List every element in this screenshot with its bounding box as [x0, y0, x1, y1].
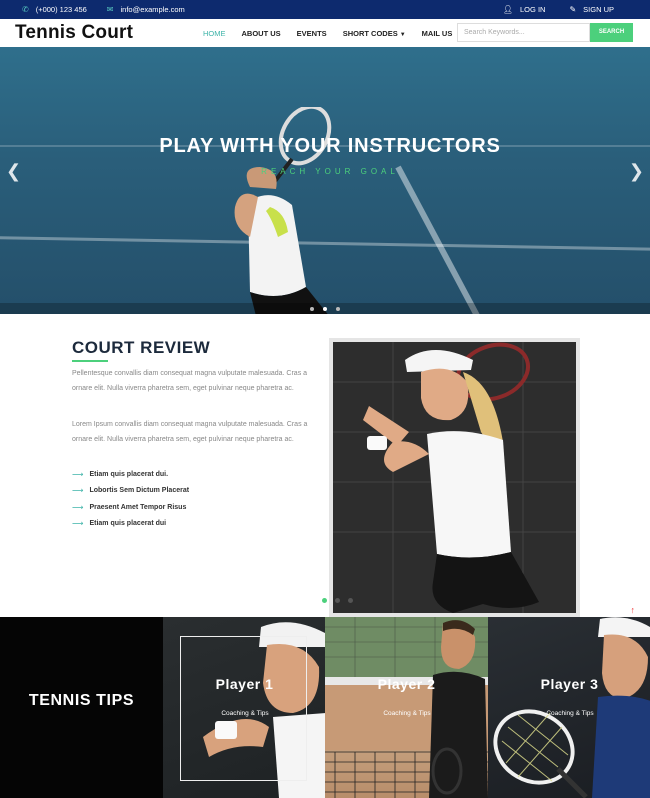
player-card[interactable]: Player 3 Coaching & Tips [488, 617, 650, 798]
list-item: ⟶ Lobortis Sem Dictum Placerat [72, 483, 189, 500]
arrow-right-icon: ⟶ [72, 519, 84, 529]
nav-item-about[interactable]: ABOUT US [242, 29, 281, 38]
signup-link[interactable]: ✎ SIGN UP [569, 5, 614, 14]
login-label: LOG IN [520, 5, 546, 14]
caret-down-icon: ▼ [399, 31, 406, 38]
user-icon: 👤︎ [502, 5, 514, 14]
player-card[interactable]: Player 1 Coaching & Tips [163, 617, 326, 798]
hero-title: PLAY WITH YOUR INSTRUCTORS [159, 135, 501, 157]
player-photo [333, 342, 576, 613]
search-button[interactable]: SEARCH [590, 23, 633, 42]
envelope-icon: ✉ [106, 5, 114, 14]
player-name: Player 2 [377, 676, 436, 692]
arrow-right-icon: ⟶ [72, 486, 84, 496]
tennis-tips-section: TENNIS TIPS Player 1 Coaching & Tips Pla… [0, 617, 650, 798]
court-line [395, 165, 504, 314]
player-illustration [333, 342, 576, 613]
review-paragraph: Pellentesque convallis diam consequat ma… [72, 370, 308, 392]
nav-item-events[interactable]: EVENTS [297, 29, 327, 38]
photo-dot-active[interactable] [322, 598, 327, 603]
player-name: Player 1 [215, 676, 274, 692]
chevron-left-icon[interactable]: ❮ [6, 161, 21, 182]
phone-icon: ✆ [22, 5, 29, 14]
review-paragraph: Lorem Ipsum convallis diam consequat mag… [72, 421, 308, 443]
nav-item-mail[interactable]: MAIL US [422, 29, 453, 38]
main-navigation: Tennis Court HOME ABOUT US EVENTS SHORT … [0, 19, 650, 47]
nav-item-home[interactable]: HOME [203, 29, 226, 38]
email-contact[interactable]: ✉ info@example.com [107, 5, 185, 14]
photo-dot[interactable] [348, 598, 353, 603]
review-photo-frame [329, 338, 580, 617]
login-link[interactable]: 👤︎ LOG IN [503, 5, 546, 14]
player-desc: Coaching & Tips [221, 710, 269, 717]
email-text: info@example.com [120, 5, 185, 14]
nav-menu: HOME ABOUT US EVENTS SHORT CODES ▼ MAIL U… [203, 19, 452, 47]
list-item-text: Etiam quis placerat dui [89, 520, 167, 528]
top-bar: ✆ (+000) 123 456 ✉ info@example.com 👤︎ L… [0, 0, 650, 19]
tips-title-panel: TENNIS TIPS [0, 617, 163, 798]
slider-dot[interactable] [336, 306, 340, 311]
arrow-right-icon: ⟶ [72, 502, 84, 512]
site-logo[interactable]: Tennis Court [15, 22, 133, 44]
list-item: ⟶ Praesent Amet Tempor Risus [72, 499, 189, 516]
player-card[interactable]: Player 2 Coaching & Tips [325, 617, 488, 798]
photo-dot[interactable] [335, 598, 340, 603]
review-list: ⟶ Etiam quis placerat dui. ⟶ Lobortis Sem … [72, 466, 189, 532]
slider-pagination [0, 303, 650, 314]
signup-label: SIGN UP [583, 5, 614, 14]
nav-item-short-codes-label: SHORT CODES [342, 28, 398, 38]
hero-subtitle: REACH YOUR GOAL [261, 167, 399, 176]
player-name: Player 3 [540, 676, 599, 692]
slider-dot[interactable] [310, 306, 314, 311]
chevron-right-icon[interactable]: ❯ [629, 161, 644, 182]
list-item-text: Lobortis Sem Dictum Placerat [89, 487, 190, 495]
title-underline [72, 360, 108, 362]
list-item-text: Etiam quis placerat dui. [89, 470, 169, 478]
photo-pagination [322, 598, 353, 603]
section-title: COURT REVIEW [72, 338, 211, 357]
hero-slider: PLAY WITH YOUR INSTRUCTORS REACH YOUR GO… [0, 47, 650, 314]
tips-title: TENNIS TIPS [28, 692, 135, 709]
list-item: ⟶ Etiam quis placerat dui. [72, 466, 189, 483]
edit-icon: ✎ [569, 5, 577, 14]
arrow-right-icon: ⟶ [72, 469, 84, 479]
phone-contact[interactable]: ✆ (+000) 123 456 [22, 5, 87, 14]
list-item: ⟶ Etiam quis placerat dui [72, 516, 189, 533]
search-input[interactable]: Search Keywords... [457, 23, 590, 42]
nav-item-short-codes[interactable]: SHORT CODES ▼ [343, 29, 406, 38]
arrow-up-icon[interactable]: ↑ [631, 605, 636, 615]
player-desc: Coaching & Tips [546, 710, 594, 717]
player-desc: Coaching & Tips [383, 710, 431, 717]
phone-text: (+000) 123 456 [35, 5, 87, 14]
slider-dot-active[interactable] [323, 306, 327, 311]
list-item-text: Praesent Amet Tempor Risus [89, 503, 187, 511]
